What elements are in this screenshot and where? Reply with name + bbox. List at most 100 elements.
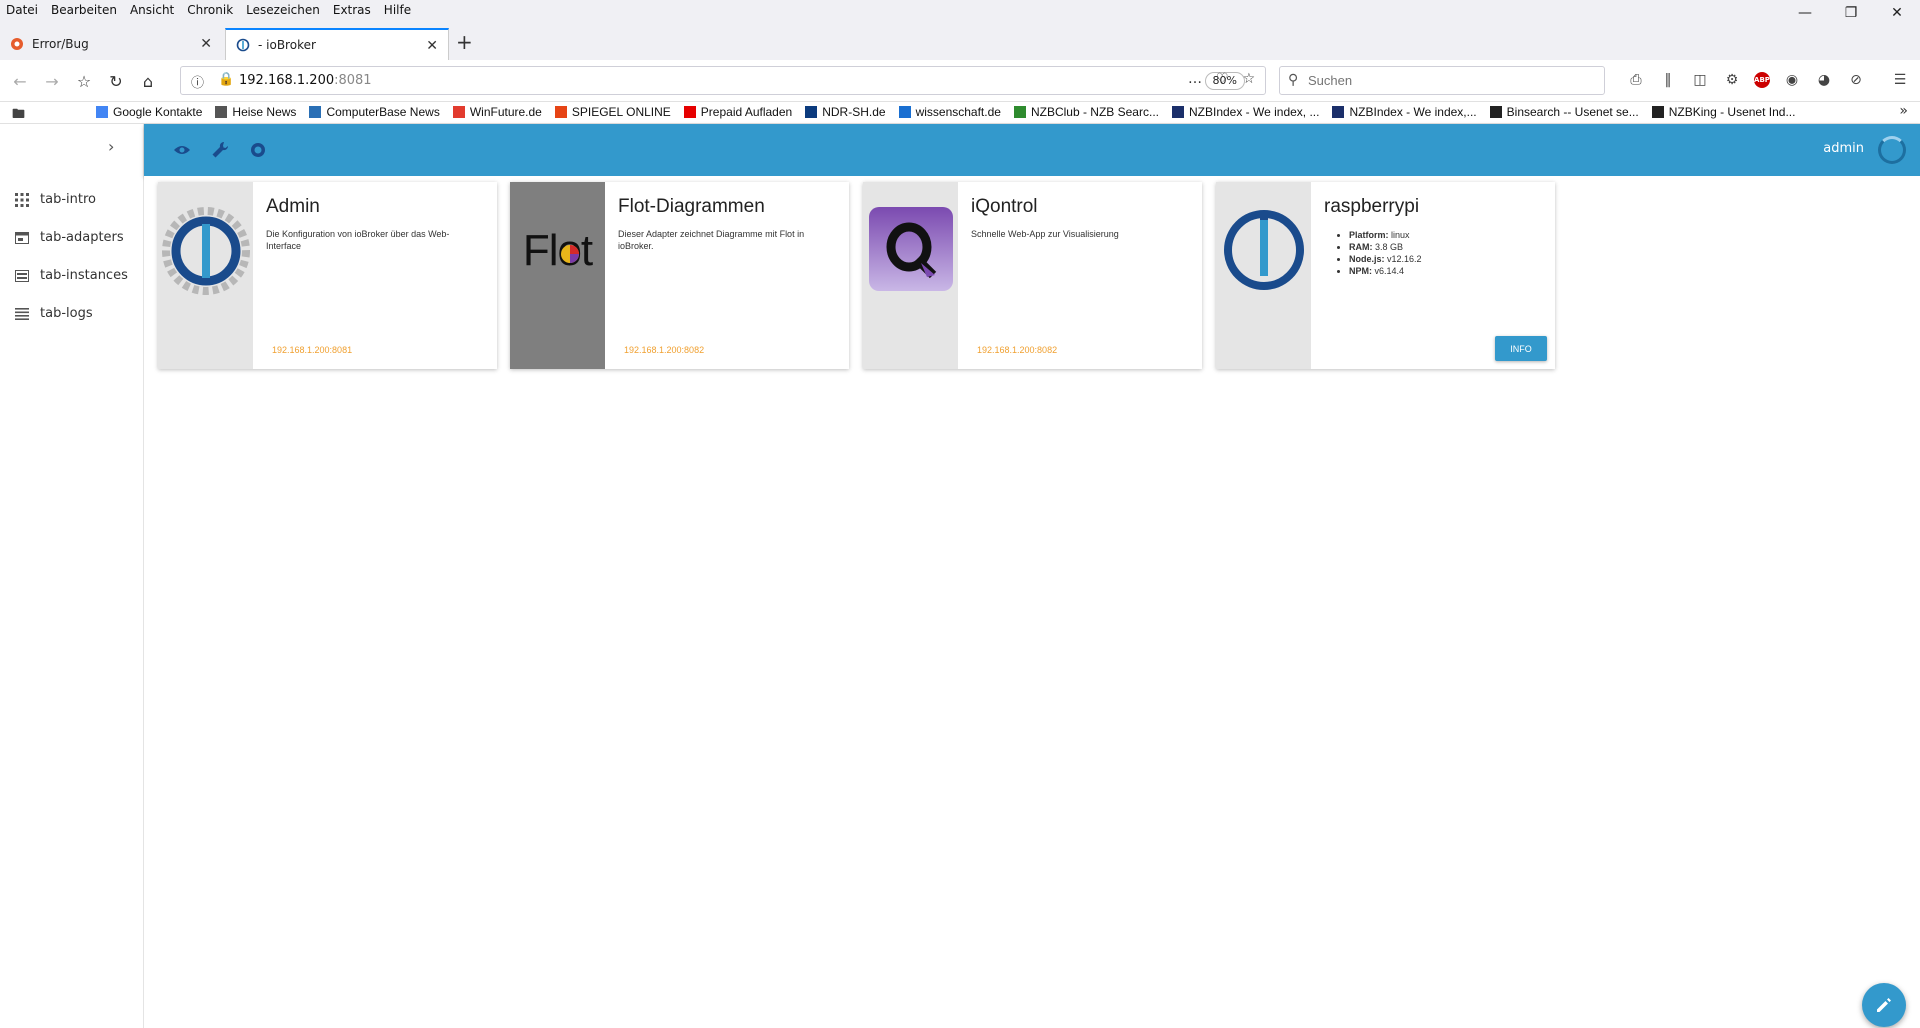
info-platform: Platform: linux — [1349, 229, 1422, 241]
settings-gear-icon[interactable]: ⚙ — [1722, 70, 1742, 90]
card-link[interactable]: 192.168.1.200:8082 — [624, 345, 704, 355]
bookmark-list: Google Kontakte Heise News ComputerBase Ne… — [96, 105, 1795, 119]
close-tab-icon[interactable]: ✕ — [200, 36, 212, 52]
pencil-icon — [1877, 998, 1891, 1012]
bookmark-label: Binsearch -- Usenet se... — [1506, 105, 1639, 119]
tab-iobroker[interactable]: - ioBroker ✕ — [225, 28, 449, 60]
block-icon[interactable]: ⊘ — [1846, 70, 1866, 90]
bookmark-label: NZBIndex - We index,... — [1349, 105, 1477, 119]
wrench-icon[interactable] — [208, 138, 232, 162]
account-icon[interactable]: ◉ — [1782, 70, 1802, 90]
menu-ansicht[interactable]: Ansicht — [130, 3, 174, 17]
bookmark-item[interactable]: Prepaid Aufladen — [683, 105, 793, 119]
edit-fab-button[interactable] — [1862, 983, 1906, 1027]
extension-icon[interactable]: ◕ — [1814, 70, 1834, 90]
bookmark-item[interactable]: SPIEGEL ONLINE — [554, 105, 671, 119]
info-npm: NPM: v6.14.4 — [1349, 265, 1422, 277]
chevron-right-icon[interactable]: › — [108, 137, 114, 156]
menu-extras[interactable]: Extras — [333, 3, 371, 17]
bookmark-item[interactable]: NZBClub - NZB Searc... — [1013, 105, 1159, 119]
app-sidebar: › tab-intro tab-adapters tab-instances t… — [0, 124, 144, 1028]
card-title: Flot-Diagrammen — [618, 196, 765, 217]
bookmark-item[interactable]: wissenschaft.de — [898, 105, 1001, 119]
bookmark-item[interactable]: ComputerBase News — [309, 105, 440, 119]
card-description: Schnelle Web-App zur Visualisierung — [971, 229, 1119, 239]
url-security-icons: ⓘ 🔒 — [191, 72, 234, 91]
intro-card-admin[interactable]: Admin Die Konfiguration von ioBroker übe… — [158, 182, 497, 369]
url-port: :8081 — [334, 73, 372, 88]
sidebar-item-adapters[interactable]: tab-adapters — [14, 230, 124, 245]
bookmark-item[interactable]: WinFuture.de — [452, 105, 542, 119]
bookmark-label: SPIEGEL ONLINE — [571, 105, 671, 119]
search-box[interactable]: ⚲ — [1279, 66, 1605, 95]
menu-list: Datei Bearbeiten Ansicht Chronik Lesezei… — [6, 3, 411, 17]
toolbar-icons: ⎙ ‖ ◫ ⚙ ABP ◉ ◕ ⊘ ☰ — [1626, 70, 1910, 90]
menu-chronik[interactable]: Chronik — [187, 3, 233, 17]
flot-logo-text: Flot — [522, 226, 593, 275]
menu-hilfe[interactable]: Hilfe — [384, 3, 411, 17]
sidebar-item-logs[interactable]: tab-logs — [14, 306, 93, 321]
pocket-icon[interactable]: ♡ — [1216, 71, 1229, 87]
bdw-icon — [898, 106, 911, 118]
bookmark-item[interactable]: Heise News — [215, 105, 296, 119]
search-input[interactable] — [1308, 73, 1588, 88]
app-toolbar: admin — [144, 124, 1920, 176]
menu-datei[interactable]: Datei — [6, 3, 38, 17]
insecure-lock-icon[interactable]: 🔒 — [218, 72, 234, 91]
forward-icon[interactable]: → — [40, 69, 64, 93]
library-icon[interactable]: ‖ — [1658, 70, 1678, 90]
intro-card-iqontrol[interactable]: iQontrol Schnelle Web-App zur Visualisie… — [863, 182, 1202, 369]
bookmarks-bar: 🖿 Google Kontakte Heise News ComputerBase … — [0, 102, 1920, 124]
intro-card-host[interactable]: raspberrypi Platform: linux RAM: 3.8 GB … — [1216, 182, 1555, 369]
chevron-double-right-icon[interactable]: » — [1899, 103, 1908, 119]
more-actions-icon[interactable]: … — [1188, 71, 1202, 87]
card-image — [1216, 182, 1311, 369]
adblock-icon[interactable]: ABP — [1754, 72, 1770, 88]
brightness-icon[interactable] — [246, 138, 270, 162]
star-icon[interactable]: ☆ — [1243, 71, 1256, 87]
browser-tabbar: Error/Bug ✕ - ioBroker ✕ + — [0, 22, 1920, 60]
card-image: Flot — [510, 182, 605, 369]
adapter-icon — [14, 231, 30, 245]
back-icon[interactable]: ← — [8, 69, 32, 93]
close-tab-icon[interactable]: ✕ — [426, 38, 438, 54]
info-button[interactable]: INFO — [1495, 336, 1547, 361]
sidebar-item-label: tab-adapters — [40, 230, 124, 245]
new-tab-icon[interactable]: + — [456, 30, 473, 54]
sidebar-icon[interactable]: ◫ — [1690, 70, 1710, 90]
reload-icon[interactable]: ↻ — [104, 69, 128, 93]
sidebar-item-instances[interactable]: tab-instances — [14, 268, 128, 283]
menu-bearbeiten[interactable]: Bearbeiten — [51, 3, 117, 17]
bookmark-label: NZBKing - Usenet Ind... — [1668, 105, 1796, 119]
url-text: 192.168.1.200:8081 — [239, 73, 372, 88]
host-info-list: Platform: linux RAM: 3.8 GB Node.js: v12… — [1349, 229, 1422, 277]
heise-icon — [215, 106, 228, 118]
bookmark-item[interactable]: Binsearch -- Usenet se... — [1489, 105, 1639, 119]
username[interactable]: admin — [1823, 141, 1864, 156]
info-icon[interactable]: ⓘ — [191, 72, 204, 91]
nzbclub-icon — [1013, 106, 1026, 118]
sidebar-item-intro[interactable]: tab-intro — [14, 192, 96, 207]
home-icon[interactable]: ⌂ — [136, 69, 160, 93]
menu-lesezeichen[interactable]: Lesezeichen — [246, 3, 320, 17]
grid-icon — [14, 192, 30, 207]
bookmark-label: Prepaid Aufladen — [700, 105, 793, 119]
card-link[interactable]: 192.168.1.200:8081 — [272, 345, 352, 355]
print-icon[interactable]: ⎙ — [1626, 70, 1646, 90]
url-bar[interactable]: ⓘ 🔒 192.168.1.200:8081 80% — [180, 66, 1266, 95]
intro-card-flot[interactable]: Flot Flot-Diagrammen Dieser Adapter zeic… — [510, 182, 849, 369]
card-description: Die Konfiguration von ioBroker über das … — [266, 229, 450, 251]
hamburger-menu-icon[interactable]: ☰ — [1890, 70, 1910, 90]
bookmark-item[interactable]: NZBKing - Usenet Ind... — [1651, 105, 1796, 119]
bookmark-item[interactable]: Google Kontakte — [96, 105, 202, 119]
bookmark-item[interactable]: NZBIndex - We index, ... — [1171, 105, 1319, 119]
bookmark-star-icon[interactable]: ☆ — [72, 69, 96, 93]
bookmark-item[interactable]: NZBIndex - We index,... — [1332, 105, 1477, 119]
sidebar-item-label: tab-logs — [40, 306, 93, 321]
tab-error-bug[interactable]: Error/Bug ✕ — [0, 28, 222, 60]
bookmark-item[interactable]: NDR-SH.de — [805, 105, 886, 119]
iobroker-gear-logo-icon — [161, 207, 250, 295]
eye-icon[interactable] — [170, 138, 194, 162]
card-link[interactable]: 192.168.1.200:8082 — [977, 345, 1057, 355]
spiegel-icon — [554, 106, 567, 118]
